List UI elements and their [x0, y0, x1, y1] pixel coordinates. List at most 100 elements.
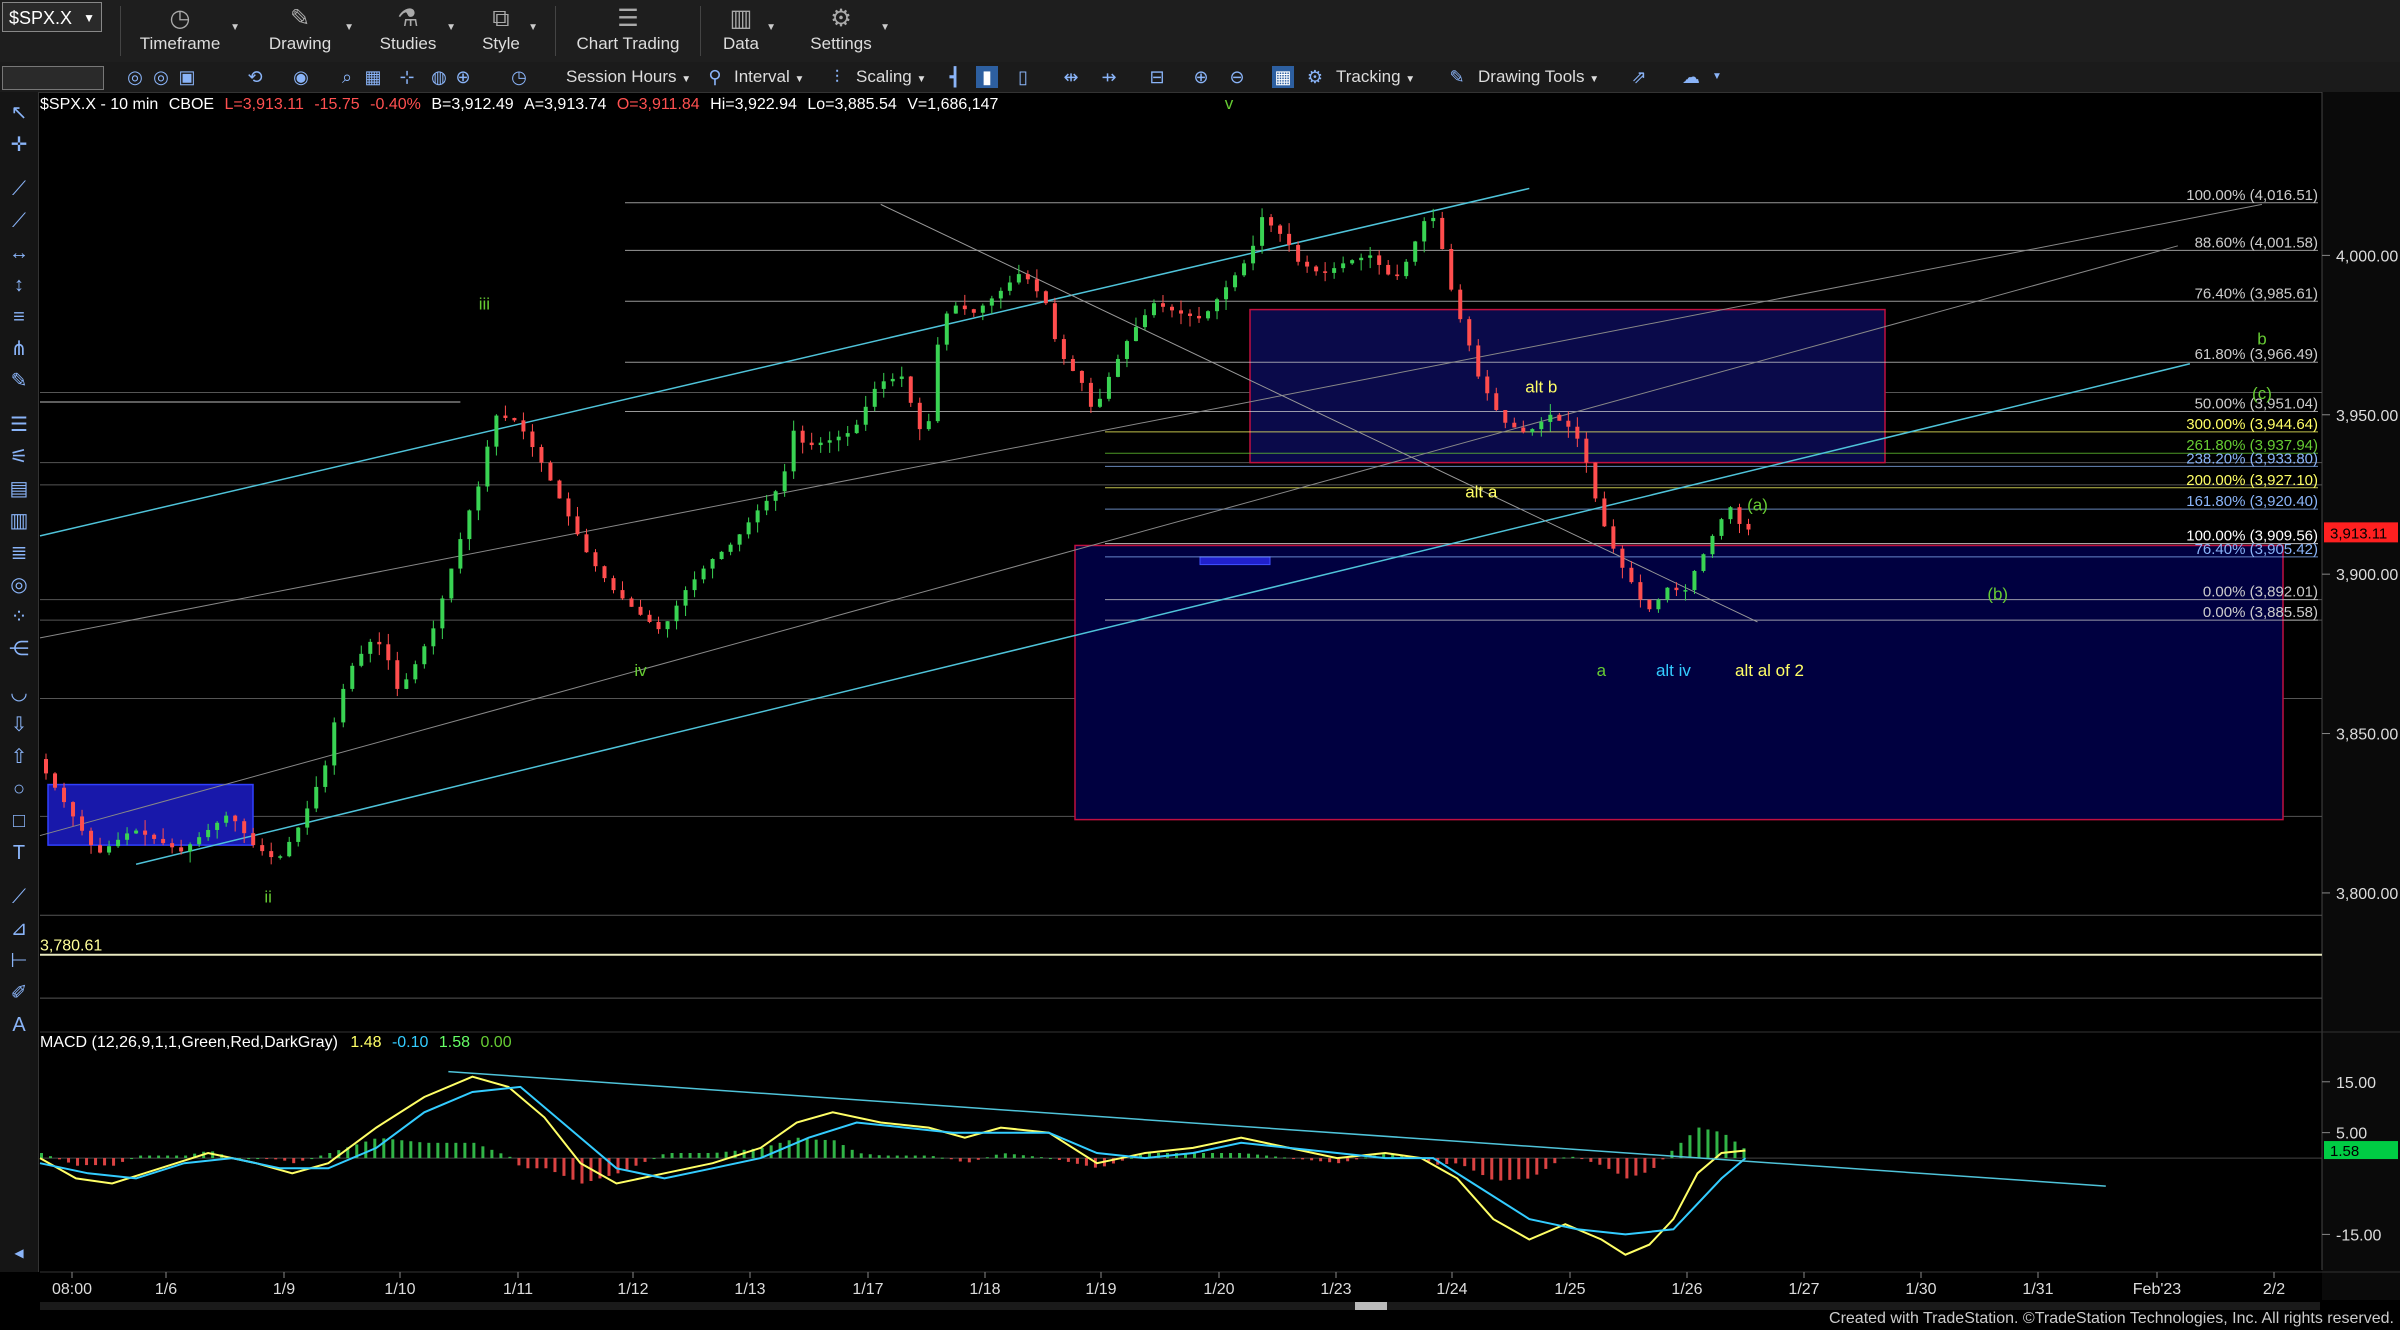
- price-panel[interactable]: 4,000.00 3,950.00 3,900.00 3,850.00 3,800.00…: [39, 92, 2400, 1300]
- macd-histogram-bar: [1310, 1158, 1314, 1161]
- candle-body: [1206, 311, 1211, 319]
- candle-body: [1314, 266, 1319, 272]
- candle-body: [836, 436, 841, 441]
- resistance-target-box: [1249, 308, 1886, 464]
- macd-trend-line: [448, 1070, 2106, 1187]
- candle-body: [467, 510, 472, 540]
- candle-body: [278, 856, 283, 858]
- macd-histogram-bar: [391, 1139, 395, 1159]
- candle-body: [1224, 287, 1229, 300]
- chart-canvas[interactable]: 4,000.00 3,950.00 3,900.00 3,850.00 3,800.00…: [0, 0, 2400, 1330]
- candle-body: [305, 808, 310, 828]
- candle-body: [377, 641, 382, 645]
- macd-histogram-bar: [634, 1158, 638, 1166]
- macd-histogram-bar: [1679, 1142, 1683, 1159]
- macd-histogram-bar: [1616, 1158, 1620, 1174]
- wave-label: alt a: [1465, 483, 1498, 502]
- macd-histogram-bar: [472, 1142, 476, 1159]
- candle-body: [386, 644, 391, 661]
- macd-histogram-bar: [715, 1152, 719, 1159]
- macd-histogram-bar: [328, 1153, 332, 1159]
- candle-body: [404, 679, 409, 689]
- candle-body: [1521, 427, 1526, 433]
- candle-body: [1350, 260, 1355, 264]
- candle-body: [746, 522, 751, 535]
- time-tick-label: 08:00: [52, 1281, 92, 1298]
- open: O=3,911.84: [616, 96, 700, 113]
- candle-body: [1638, 582, 1643, 600]
- macd-histogram-bar: [1670, 1150, 1674, 1159]
- macd-histogram-bar: [679, 1153, 683, 1159]
- time-axis[interactable]: 08:00 1/6 1/9 1/10 1/11 1/12 1/13 1/17 1/18 1/19 1…: [52, 1272, 2285, 1298]
- macd-histogram-bar: [67, 1158, 71, 1163]
- macd-histogram-bar: [1499, 1158, 1503, 1181]
- macd-histogram-bar: [1355, 1158, 1359, 1160]
- candle-body: [539, 447, 544, 463]
- macd-histogram-bar: [643, 1158, 647, 1162]
- candle-body: [80, 816, 85, 831]
- macd-histogram-bar: [1292, 1158, 1296, 1160]
- fib-level-label: 61.80% (3,966.49): [2195, 346, 2318, 363]
- macd-histogram-bar: [526, 1158, 530, 1169]
- candle-body: [845, 433, 850, 437]
- candle-body: [1323, 271, 1328, 273]
- candle-body: [755, 510, 760, 523]
- candle-body: [674, 605, 679, 622]
- candle-body: [773, 491, 778, 501]
- macd-tick-label: 15.00: [2336, 1075, 2376, 1092]
- macd-histogram-bar: [76, 1158, 80, 1166]
- scrollbar-thumb[interactable]: [1355, 1302, 1387, 1310]
- time-tick-label: 1/6: [155, 1281, 177, 1298]
- candle-body: [1197, 315, 1202, 319]
- macd-histogram-bar: [274, 1158, 278, 1160]
- candle-body: [1440, 217, 1445, 250]
- macd-histogram-bar: [1643, 1158, 1647, 1173]
- wave-label: alt b: [1525, 377, 1557, 396]
- candle-body: [71, 802, 76, 817]
- time-tick-label: 1/25: [1554, 1281, 1585, 1298]
- macd-histogram-bar: [166, 1155, 170, 1159]
- candle-body: [1728, 507, 1733, 520]
- candle-body: [206, 829, 211, 838]
- macd-histogram-bar: [1057, 1158, 1061, 1160]
- candle-body: [1278, 225, 1283, 234]
- macd-histogram-bar: [184, 1155, 188, 1159]
- candle-body: [476, 486, 481, 511]
- macd-zero: 0.00: [480, 1034, 512, 1051]
- candle-body: [1368, 255, 1373, 258]
- candle-body: [962, 305, 967, 310]
- candle-body: [1007, 282, 1012, 291]
- candle-body: [296, 827, 301, 842]
- candle-body: [1548, 414, 1553, 422]
- macd-histogram-bar: [1490, 1158, 1494, 1180]
- candle-body: [1602, 498, 1607, 527]
- macd-histogram-bar: [292, 1158, 296, 1164]
- candle-body: [593, 552, 598, 567]
- time-scrollbar[interactable]: [40, 1302, 2320, 1310]
- time-tick-label: 1/26: [1671, 1281, 1702, 1298]
- candle-body: [764, 500, 769, 511]
- macd-panel[interactable]: 15.00 5.00 -15.00 1.58: [39, 1070, 2398, 1256]
- candle-body: [1079, 370, 1084, 383]
- macd-histogram-bar: [157, 1155, 161, 1159]
- macd-histogram-bar: [913, 1155, 917, 1159]
- macd-histogram-bar: [1571, 1156, 1575, 1159]
- macd-histogram-bar: [1283, 1157, 1287, 1159]
- price-tick-label: 3,950.00: [2336, 408, 2398, 425]
- candle-body: [701, 568, 706, 580]
- macd-histogram-bar: [1048, 1158, 1052, 1160]
- candle-body: [323, 765, 328, 787]
- macd-histogram-bar: [1526, 1158, 1530, 1179]
- candle-body: [1647, 599, 1652, 610]
- macd-histogram-bar: [544, 1158, 548, 1169]
- wave-label: alt iv: [1656, 661, 1691, 680]
- candle-body: [1133, 327, 1138, 342]
- price-axis-bg: [2322, 92, 2400, 1300]
- candle-body: [818, 442, 823, 446]
- candle-body: [350, 665, 355, 689]
- macd-histogram-bar: [841, 1145, 845, 1159]
- time-tick-label: 1/19: [1085, 1281, 1116, 1298]
- candle-body: [449, 568, 454, 599]
- candle-body: [1746, 523, 1751, 530]
- support-target-box: [1074, 544, 2284, 821]
